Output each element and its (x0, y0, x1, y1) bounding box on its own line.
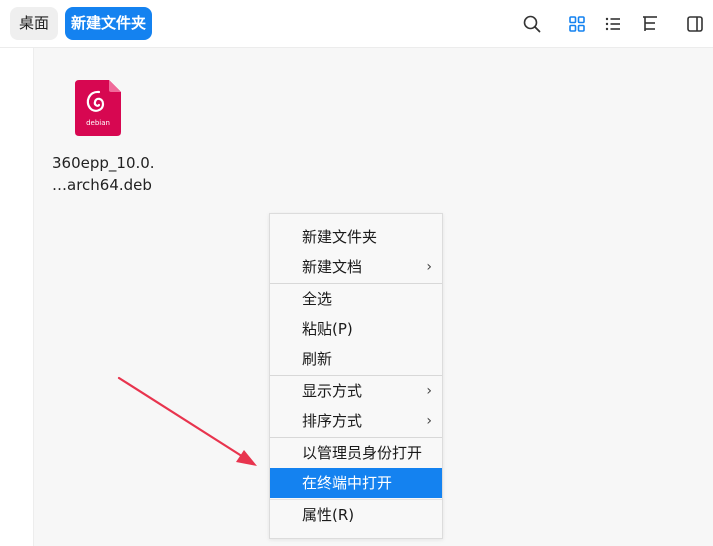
sidebar-edge (0, 48, 34, 546)
menu-item-open-in-terminal[interactable]: 在终端中打开 (270, 468, 442, 498)
chevron-right-icon: › (426, 383, 432, 399)
menu-item-select-all[interactable]: 全选 (270, 284, 442, 314)
list-view-icon[interactable] (601, 12, 625, 36)
menu-item-new-folder[interactable]: 新建文件夹 (270, 222, 442, 252)
search-icon[interactable] (520, 12, 544, 36)
icon-view-icon[interactable] (565, 12, 589, 36)
menu-item-paste[interactable]: 粘贴(P) (270, 314, 442, 344)
menu-item-view-mode[interactable]: 显示方式 › (270, 376, 442, 406)
tree-view-icon[interactable] (638, 12, 662, 36)
toolbar: 桌面 新建文件夹 (0, 0, 713, 48)
menu-item-properties[interactable]: 属性(R) (270, 500, 442, 530)
menu-item-refresh[interactable]: 刷新 (270, 344, 442, 374)
menu-item-open-as-admin[interactable]: 以管理员身份打开 (270, 438, 442, 468)
debian-package-icon: debian (73, 78, 123, 138)
file-item[interactable]: debian 360epp_10.0. …arch64.deb (50, 72, 155, 202)
file-name: 360epp_10.0. …arch64.deb (52, 154, 155, 194)
menu-item-sort-by[interactable]: 排序方式 › (270, 406, 442, 436)
svg-text:debian: debian (86, 119, 110, 127)
detail-panel-icon[interactable] (683, 12, 707, 36)
breadcrumb-desktop[interactable]: 桌面 (10, 7, 58, 40)
breadcrumb-current-folder[interactable]: 新建文件夹 (65, 7, 152, 40)
context-menu: 新建文件夹 新建文档 › 全选 粘贴(P) 刷新 显示方式 › 排序方式 › 以管理员… (269, 213, 443, 539)
chevron-right-icon: › (426, 413, 432, 429)
menu-item-new-document[interactable]: 新建文档 › (270, 252, 442, 282)
chevron-right-icon: › (426, 259, 432, 275)
